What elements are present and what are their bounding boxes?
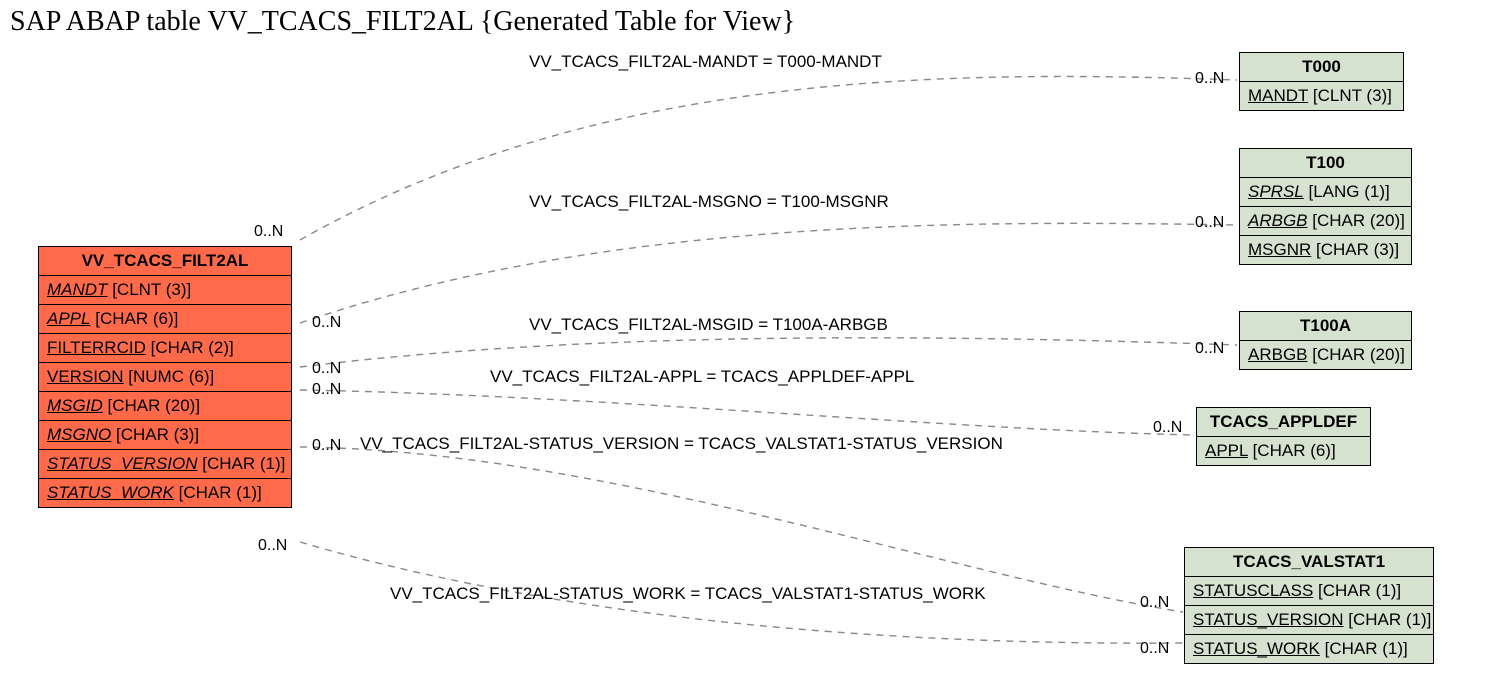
field-msgid: MSGID [CHAR (20)] <box>39 392 291 421</box>
field-status-version: STATUS_VERSION [CHAR (1)] <box>1185 606 1433 635</box>
relation-label-3: VV_TCACS_FILT2AL-MSGID = T100A-ARBGB <box>529 315 888 335</box>
cardinality-appldef: 0..N <box>1153 419 1182 437</box>
page-title: SAP ABAP table VV_TCACS_FILT2AL {Generat… <box>10 6 795 38</box>
relation-label-5: VV_TCACS_FILT2AL-STATUS_VERSION = TCACS_… <box>360 434 1003 454</box>
entity-tcacs-valstat1: TCACS_VALSTAT1 STATUSCLASS [CHAR (1)] ST… <box>1184 547 1434 664</box>
field-version: VERSION [NUMC (6)] <box>39 363 291 392</box>
cardinality-main-6: 0..N <box>258 537 287 555</box>
cardinality-main-4: 0..N <box>312 381 341 399</box>
cardinality-main-3: 0..N <box>312 360 341 378</box>
relation-label-6: VV_TCACS_FILT2AL-STATUS_WORK = TCACS_VAL… <box>390 584 986 604</box>
entity-header: T100A <box>1240 312 1411 341</box>
entity-header: VV_TCACS_FILT2AL <box>39 247 291 276</box>
relation-label-2: VV_TCACS_FILT2AL-MSGNO = T100-MSGNR <box>529 192 889 212</box>
cardinality-main-5: 0..N <box>312 437 341 455</box>
field-mandt: MANDT [CLNT (3)] <box>39 276 291 305</box>
entity-t100: T100 SPRSL [LANG (1)] ARBGB [CHAR (20)] … <box>1239 148 1412 265</box>
entity-header: T100 <box>1240 149 1411 178</box>
field-statusclass: STATUSCLASS [CHAR (1)] <box>1185 577 1433 606</box>
field-status-work: STATUS_WORK [CHAR (1)] <box>39 479 291 507</box>
entity-header: TCACS_APPLDEF <box>1197 408 1370 437</box>
cardinality-main-2: 0..N <box>312 314 341 332</box>
relation-label-1: VV_TCACS_FILT2AL-MANDT = T000-MANDT <box>529 52 882 72</box>
entity-header: TCACS_VALSTAT1 <box>1185 548 1433 577</box>
field-status-version: STATUS_VERSION [CHAR (1)] <box>39 450 291 479</box>
field-appl: APPL [CHAR (6)] <box>39 305 291 334</box>
field-arbgb: ARBGB [CHAR (20)] <box>1240 207 1411 236</box>
cardinality-main-1: 0..N <box>254 223 283 241</box>
field-appl: APPL [CHAR (6)] <box>1197 437 1370 465</box>
field-mandt: MANDT [CLNT (3)] <box>1240 82 1403 110</box>
field-msgnr: MSGNR [CHAR (3)] <box>1240 236 1411 264</box>
relation-label-4: VV_TCACS_FILT2AL-APPL = TCACS_APPLDEF-AP… <box>490 367 914 387</box>
entity-tcacs-appldef: TCACS_APPLDEF APPL [CHAR (6)] <box>1196 407 1371 466</box>
field-filterrcid: FILTERRCID [CHAR (2)] <box>39 334 291 363</box>
cardinality-t100a: 0..N <box>1195 340 1224 358</box>
cardinality-valstat1-a: 0..N <box>1140 594 1169 612</box>
cardinality-valstat1-b: 0..N <box>1140 640 1169 658</box>
entity-t100a: T100A ARBGB [CHAR (20)] <box>1239 311 1412 370</box>
cardinality-t000: 0..N <box>1195 70 1224 88</box>
field-arbgb: ARBGB [CHAR (20)] <box>1240 341 1411 369</box>
cardinality-t100: 0..N <box>1195 214 1224 232</box>
field-status-work: STATUS_WORK [CHAR (1)] <box>1185 635 1433 663</box>
field-sprsl: SPRSL [LANG (1)] <box>1240 178 1411 207</box>
entity-vv-tcacs-filt2al: VV_TCACS_FILT2AL MANDT [CLNT (3)] APPL [… <box>38 246 292 508</box>
entity-header: T000 <box>1240 53 1403 82</box>
field-msgno: MSGNO [CHAR (3)] <box>39 421 291 450</box>
entity-t000: T000 MANDT [CLNT (3)] <box>1239 52 1404 111</box>
